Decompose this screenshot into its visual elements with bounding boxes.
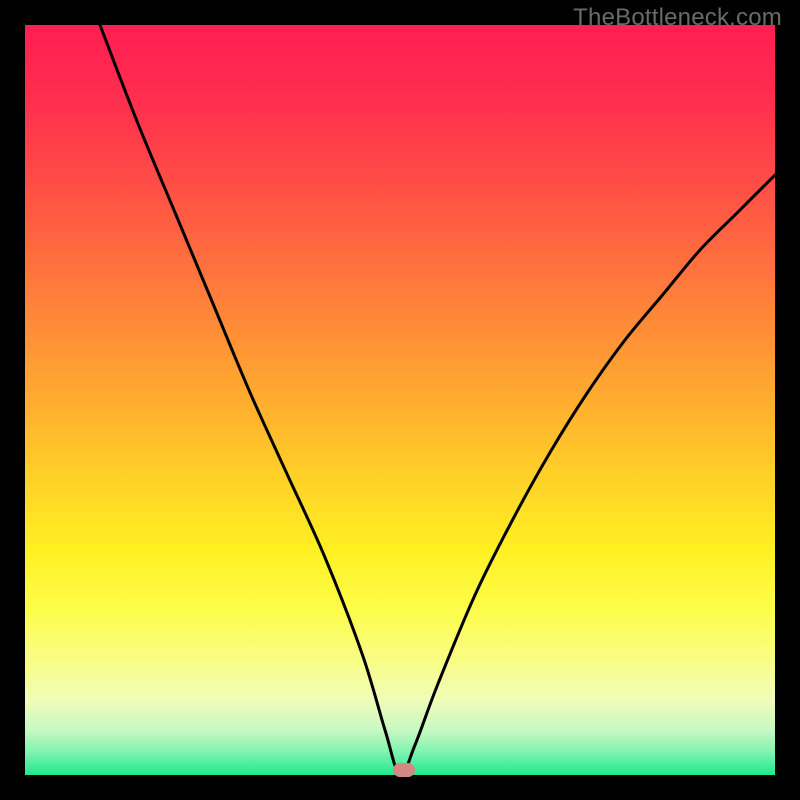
background-gradient [25,25,775,775]
plot-area [25,25,775,775]
chart-frame: TheBottleneck.com [0,0,800,800]
minimum-marker [393,763,415,777]
